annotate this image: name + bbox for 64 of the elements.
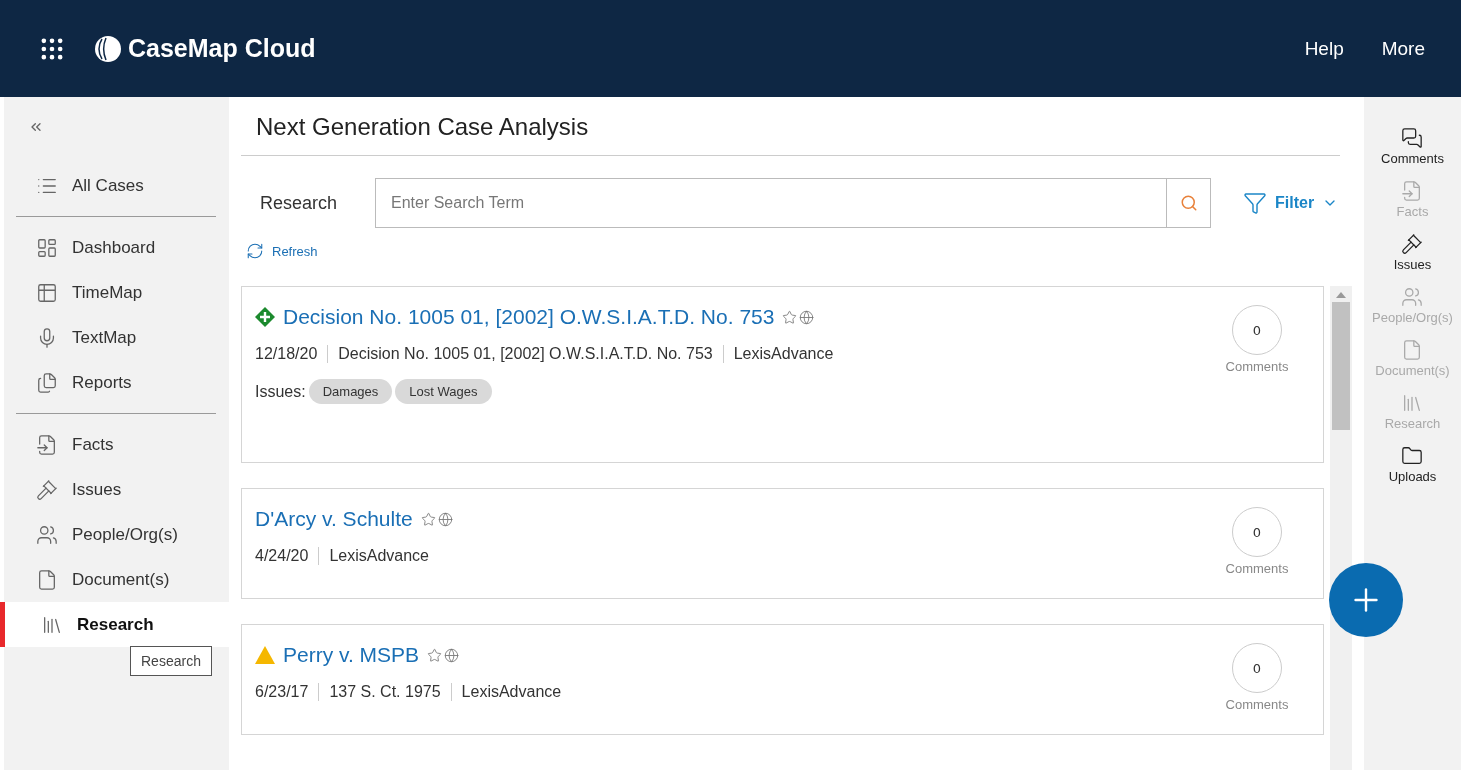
issues-label: Issues:	[255, 382, 306, 401]
globe-icon	[799, 309, 815, 325]
dashboard-icon	[36, 236, 58, 259]
comment-count[interactable]: 0	[1232, 305, 1282, 355]
sidebar-item[interactable]: All Cases	[16, 163, 216, 208]
issue-tag: Damages	[308, 379, 393, 404]
refresh-icon	[246, 242, 264, 260]
tooltip: Research	[130, 646, 212, 676]
refresh-link[interactable]: Refresh	[246, 242, 1352, 260]
comments-label: Comments	[1225, 561, 1289, 576]
result-title-link[interactable]: D'Arcy v. Schulte	[255, 507, 413, 531]
search-label: Research	[260, 192, 339, 214]
sidebar-item[interactable]: TextMap	[16, 315, 216, 360]
chat-bubbles-icon	[1401, 127, 1424, 149]
comments-label: Comments	[1225, 359, 1289, 374]
table-icon	[36, 281, 58, 304]
sidebar-item[interactable]: People/Org(s)	[16, 512, 229, 557]
sidebar-item[interactable]: Reports	[16, 360, 216, 405]
result-meta: 12/18/20	[255, 345, 319, 363]
star-icon[interactable]	[420, 511, 436, 527]
result-meta: LexisAdvance	[450, 683, 572, 701]
filter-button[interactable]: Filter	[1237, 190, 1345, 216]
funnel-icon	[1243, 191, 1267, 215]
sidebar-item[interactable]: Issues	[16, 467, 229, 512]
comment-count[interactable]: 0	[1232, 643, 1282, 693]
sidebar-item[interactable]: Facts	[16, 422, 229, 467]
result-meta: 6/23/17	[255, 683, 310, 701]
document-icon	[36, 568, 58, 591]
people-icon	[36, 523, 58, 546]
globe-icon	[437, 511, 453, 527]
result-title-link[interactable]: Perry v. MSPB	[283, 643, 420, 667]
comment-count[interactable]: 0	[1232, 507, 1282, 557]
gavel-icon	[1401, 233, 1424, 255]
documents-icon	[36, 371, 58, 394]
rail-item[interactable]: Comments	[1381, 127, 1444, 166]
people-icon	[1401, 286, 1424, 308]
rail-item[interactable]: Issues	[1393, 233, 1432, 272]
sidebar-item[interactable]: Dashboard	[16, 225, 216, 270]
scrollbar[interactable]	[1330, 286, 1352, 770]
search-field[interactable]: Enter Search Term	[375, 178, 1167, 228]
result-meta: 137 S. Ct. 1975	[318, 683, 451, 701]
brand-name: CaseMap Cloud	[128, 34, 316, 63]
header-link[interactable]: Help	[1304, 37, 1344, 60]
globe-icon	[444, 647, 460, 663]
search-icon	[1179, 194, 1198, 212]
star-icon[interactable]	[427, 647, 443, 663]
result-meta: LexisAdvance	[318, 547, 439, 565]
star-icon[interactable]	[782, 309, 798, 325]
result-meta: 4/24/20	[255, 547, 310, 565]
rail-item[interactable]: Uploads	[1388, 445, 1437, 484]
header-link[interactable]: More	[1381, 37, 1425, 60]
result-meta: LexisAdvance	[722, 345, 844, 363]
result-meta: Decision No. 1005 01, [2002] O.W.S.I.A.T.D. No. 753	[327, 345, 723, 363]
result-title-link[interactable]: Decision No. 1005 01, [2002] O.W.S.I.A.T.D. No. 753	[283, 305, 775, 329]
sidebar-item[interactable]: TimeMap	[16, 270, 216, 315]
page-title: Next Generation Case Analysis	[241, 97, 1340, 156]
folder-icon	[1401, 445, 1424, 467]
sidebar-item[interactable]: Research	[0, 602, 229, 647]
sidebar-item[interactable]: Document(s)	[16, 557, 229, 602]
file-icon	[36, 433, 58, 456]
issue-tag: Lost Wages	[395, 379, 492, 404]
comments-label: Comments	[1225, 697, 1289, 712]
logo-icon	[94, 34, 122, 63]
gavel-icon	[36, 478, 58, 501]
